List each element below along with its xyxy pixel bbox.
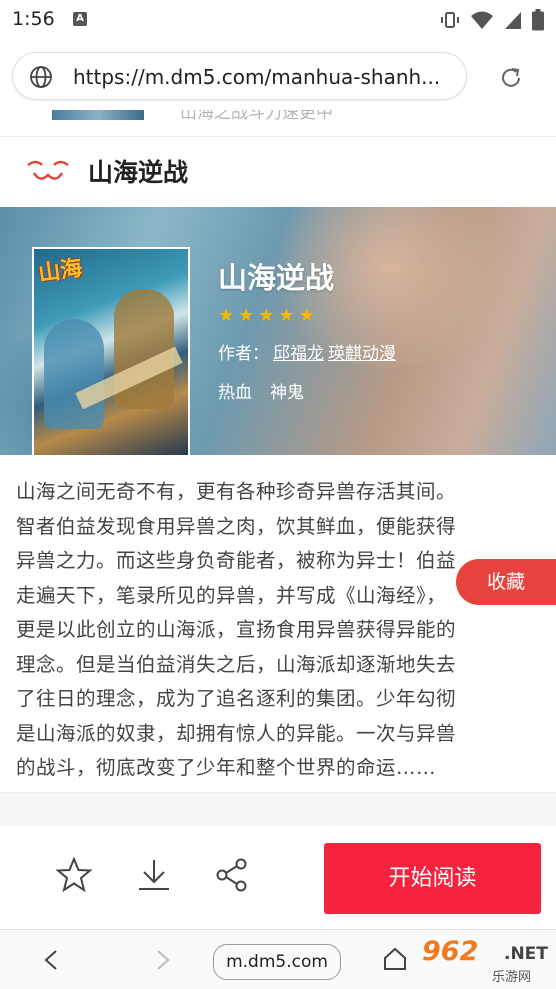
browser-toolbar: https://m.dm5.com/manhua-shanh...: [0, 40, 556, 110]
reload-icon[interactable]: [498, 65, 524, 91]
page-title: 山海逆战: [88, 158, 189, 187]
comic-info: 山海逆战 ★ ★ ★ ★ ★ 作者： 邱福龙 瑛麒动漫 热血 神鬼: [218, 255, 400, 403]
cover-title: 山海: [36, 256, 84, 287]
forward-icon[interactable]: [150, 948, 174, 972]
url-text: https://m.dm5.com/manhua-shanh...: [73, 65, 441, 89]
domain-pill[interactable]: m.dm5.com: [213, 944, 341, 980]
star-rating-icon: ★: [278, 305, 295, 326]
author-link[interactable]: 邱福龙: [273, 344, 324, 364]
description-line: 山海之间无奇不有，更有各种珍奇异兽存活其间。: [16, 480, 457, 503]
description-line: 了往日的理念，成为了追名逐利的集团。少年勾彻: [16, 687, 457, 710]
description-line: 智者伯益发现食用异兽之肉，饮其鲜血，便能获得: [16, 514, 457, 538]
star-rating-icon: ★: [238, 305, 255, 326]
star-icon[interactable]: [55, 856, 93, 894]
page-header: 山海逆战: [0, 137, 556, 207]
vibrate-icon: [441, 12, 459, 28]
globe-icon: [30, 66, 52, 88]
tag[interactable]: 热血: [218, 378, 252, 403]
rating-stars: ★ ★ ★ ★ ★: [218, 307, 400, 325]
download-icon[interactable]: [135, 856, 173, 894]
section-gap: [0, 792, 556, 827]
back-icon[interactable]: [40, 948, 64, 972]
star-rating-icon: ★: [298, 305, 315, 326]
share-icon[interactable]: [213, 856, 251, 894]
battery-icon: [532, 9, 544, 31]
status-time: 1:56: [12, 8, 55, 30]
status-bar: 1:56 A: [0, 0, 556, 40]
author-link[interactable]: 瑛麒动漫: [328, 344, 396, 364]
scrolled-content: 山海之战斗力速更中: [0, 110, 556, 136]
tag[interactable]: 神鬼: [270, 378, 304, 403]
site-logo-icon: [27, 160, 69, 180]
home-icon[interactable]: [382, 946, 408, 972]
genre-tags: 热血 神鬼: [218, 378, 400, 403]
wifi-icon: [471, 11, 493, 29]
action-bar: 开始阅读: [0, 826, 556, 929]
description-line: 更是以此创立的山海派，宣扬食用异兽获得异能的: [16, 618, 457, 641]
description-line: 是山海派的奴隶，却拥有惊人的异能。一次与异兽: [16, 721, 457, 745]
star-rating-icon: ★: [258, 305, 275, 326]
author-label: 作者：: [218, 344, 269, 364]
status-icons: [440, 9, 544, 31]
scrolled-text: 山海之战斗力速更中: [180, 110, 333, 123]
comic-banner: 山海 山海逆战 ★ ★ ★ ★ ★ 作者： 邱福龙 瑛麒动漫 热血 神鬼: [0, 207, 556, 455]
scrolled-thumbnail: [52, 110, 144, 120]
address-bar[interactable]: https://m.dm5.com/manhua-shanh...: [12, 52, 467, 100]
signal-icon: [505, 12, 521, 29]
star-rating-icon: ★: [218, 305, 235, 326]
author-line: 作者： 邱福龙 瑛麒动漫: [218, 339, 400, 364]
description-line: 理念。但是当伯益消失之后，山海派却逐渐地失去: [16, 652, 457, 676]
comic-title: 山海逆战: [218, 261, 335, 295]
watermark-logo: 962 .NET 乐游网: [418, 934, 556, 986]
comic-cover-image[interactable]: 山海: [32, 247, 190, 455]
watermark-sub: 乐游网: [492, 970, 532, 985]
start-reading-button[interactable]: 开始阅读: [324, 843, 541, 914]
comic-description: 山海之间无奇不有，更有各种珍奇异兽存活其间。 智者伯益发现食用异兽之肉，饮其鲜血…: [16, 475, 546, 786]
watermark-number: 962: [422, 936, 479, 967]
description-line: 的战斗，彻底改变了少年和整个世界的命运……: [16, 756, 437, 779]
collect-button[interactable]: 收藏: [456, 559, 556, 605]
watermark-net: .NET: [504, 944, 548, 964]
notification-icon: A: [73, 12, 87, 26]
